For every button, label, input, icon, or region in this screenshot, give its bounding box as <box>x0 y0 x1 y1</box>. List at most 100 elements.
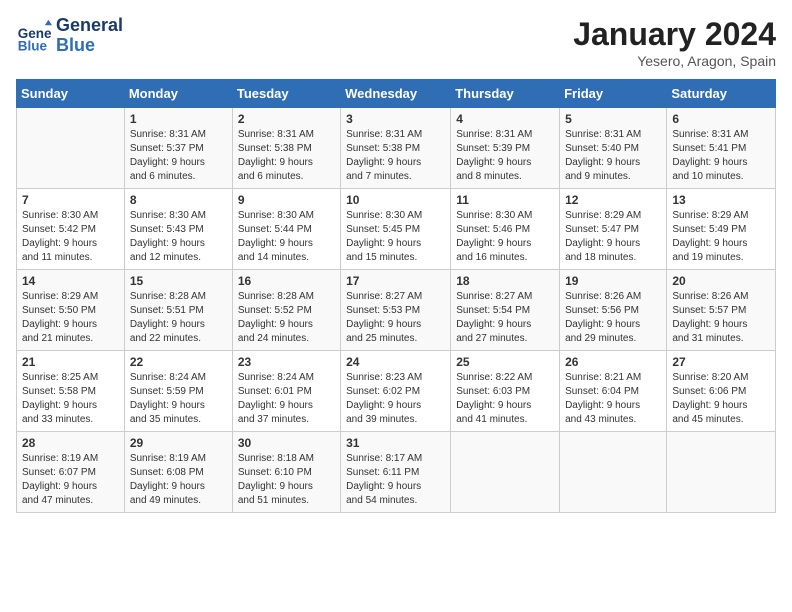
cell-info-line: Daylight: 9 hours <box>130 481 205 492</box>
cell-info-line: and 49 minutes. <box>130 495 201 506</box>
cell-info-line: and 10 minutes. <box>672 171 743 182</box>
calendar-week-5: 28Sunrise: 8:19 AMSunset: 6:07 PMDayligh… <box>17 432 776 513</box>
cell-info-line: Daylight: 9 hours <box>346 238 421 249</box>
calendar-cell: 27Sunrise: 8:20 AMSunset: 6:06 PMDayligh… <box>667 351 776 432</box>
cell-info: Sunrise: 8:25 AMSunset: 5:58 PMDaylight:… <box>22 371 119 427</box>
day-number: 23 <box>238 355 335 369</box>
calendar-cell: 6Sunrise: 8:31 AMSunset: 5:41 PMDaylight… <box>667 108 776 189</box>
cell-info-line: and 27 minutes. <box>456 333 527 344</box>
cell-info-line: and 29 minutes. <box>565 333 636 344</box>
cell-info-line: Sunrise: 8:31 AM <box>456 129 532 140</box>
day-number: 30 <box>238 436 335 450</box>
cell-info: Sunrise: 8:23 AMSunset: 6:02 PMDaylight:… <box>346 371 445 427</box>
calendar-table: SundayMondayTuesdayWednesdayThursdayFrid… <box>16 79 776 513</box>
day-number: 12 <box>565 193 661 207</box>
cell-info-line: Daylight: 9 hours <box>346 481 421 492</box>
cell-info-line: Sunrise: 8:31 AM <box>238 129 314 140</box>
cell-info-line: and 47 minutes. <box>22 495 93 506</box>
cell-info-line: Daylight: 9 hours <box>22 319 97 330</box>
calendar-cell: 7Sunrise: 8:30 AMSunset: 5:42 PMDaylight… <box>17 189 125 270</box>
cell-info-line: Sunrise: 8:30 AM <box>22 210 98 221</box>
cell-info-line: Sunrise: 8:17 AM <box>346 453 422 464</box>
cell-info-line: Sunrise: 8:22 AM <box>456 372 532 383</box>
day-number: 22 <box>130 355 227 369</box>
day-number: 11 <box>456 193 554 207</box>
calendar-cell <box>451 432 560 513</box>
day-number: 6 <box>672 112 770 126</box>
cell-info-line: and 41 minutes. <box>456 414 527 425</box>
day-header-sunday: Sunday <box>17 80 125 108</box>
calendar-cell: 29 Sunrise: 8:19 AM Sunset: 6:08 PM Dayligh… <box>124 432 232 513</box>
calendar-cell: 12Sunrise: 8:29 AMSunset: 5:47 PMDayligh… <box>560 189 667 270</box>
page-header: General Blue General Blue January 2024 Y… <box>16 16 776 69</box>
logo: General Blue General Blue <box>16 16 123 56</box>
calendar-cell: 8Sunrise: 8:30 AMSunset: 5:43 PMDaylight… <box>124 189 232 270</box>
cell-info-line: Sunrise: 8:31 AM <box>346 129 422 140</box>
day-number: 2 <box>238 112 335 126</box>
cell-info-line: Sunrise: 8:24 AM <box>130 372 206 383</box>
cell-info-line: Sunrise: 8:29 AM <box>565 210 641 221</box>
cell-info-line: Daylight: 9 hours <box>456 400 531 411</box>
calendar-cell: 30Sunrise: 8:18 AMSunset: 6:10 PMDayligh… <box>232 432 340 513</box>
calendar-week-1: 1Sunrise: 8:31 AMSunset: 5:37 PMDaylight… <box>17 108 776 189</box>
day-header-friday: Friday <box>560 80 667 108</box>
cell-info-line: and 7 minutes. <box>346 171 412 182</box>
cell-info-line: and 35 minutes. <box>130 414 201 425</box>
cell-info-line: Daylight: 9 hours <box>672 157 747 168</box>
day-number: 1 <box>130 112 227 126</box>
calendar-cell: 9Sunrise: 8:30 AMSunset: 5:44 PMDaylight… <box>232 189 340 270</box>
cell-info-line: Sunset: 5:59 PM <box>130 386 204 397</box>
cell-info-line: Sunrise: 8:19 AM <box>130 453 206 464</box>
cell-info-line: Sunset: 6:03 PM <box>456 386 530 397</box>
cell-info-line: and 16 minutes. <box>456 252 527 263</box>
cell-info-line: Sunset: 5:54 PM <box>456 305 530 316</box>
cell-info-line: Sunset: 6:04 PM <box>565 386 639 397</box>
cell-info-line: Sunset: 5:38 PM <box>346 143 420 154</box>
calendar-cell: 18Sunrise: 8:27 AMSunset: 5:54 PMDayligh… <box>451 270 560 351</box>
day-number: 19 <box>565 274 661 288</box>
calendar-cell: 31 Sunrise: 8:17 AM Sunset: 6:11 PM Dayligh… <box>341 432 451 513</box>
cell-info-line: Sunset: 5:49 PM <box>672 224 746 235</box>
cell-info-line: Sunset: 5:57 PM <box>672 305 746 316</box>
cell-info-line: Sunrise: 8:31 AM <box>565 129 641 140</box>
calendar-week-4: 21Sunrise: 8:25 AMSunset: 5:58 PMDayligh… <box>17 351 776 432</box>
calendar-cell: 5Sunrise: 8:31 AMSunset: 5:40 PMDaylight… <box>560 108 667 189</box>
cell-info-line: Sunset: 6:08 PM <box>130 467 204 478</box>
cell-info-line: Sunrise: 8:28 AM <box>238 291 314 302</box>
cell-info-line: Daylight: 9 hours <box>238 157 313 168</box>
cell-info-line: Sunset: 5:44 PM <box>238 224 312 235</box>
cell-info-line: Sunset: 5:38 PM <box>238 143 312 154</box>
cell-info: Sunrise: 8:29 AMSunset: 5:49 PMDaylight:… <box>672 209 770 265</box>
cell-info-line: Daylight: 9 hours <box>22 238 97 249</box>
cell-info-line: Sunrise: 8:30 AM <box>130 210 206 221</box>
cell-info: Sunrise: 8:29 AMSunset: 5:50 PMDaylight:… <box>22 290 119 346</box>
cell-info-line: Daylight: 9 hours <box>346 400 421 411</box>
day-number: 31 <box>346 436 445 450</box>
cell-info: Sunrise: 8:20 AMSunset: 6:06 PMDaylight:… <box>672 371 770 427</box>
cell-info-line: Sunrise: 8:28 AM <box>130 291 206 302</box>
day-number: 29 <box>130 436 227 450</box>
cell-info-line: Daylight: 9 hours <box>565 157 640 168</box>
day-number: 24 <box>346 355 445 369</box>
cell-info-line: Sunset: 5:52 PM <box>238 305 312 316</box>
cell-info-line: Sunset: 6:11 PM <box>346 467 419 478</box>
cell-info-line: Sunrise: 8:30 AM <box>238 210 314 221</box>
cell-info-line: Sunrise: 8:30 AM <box>346 210 422 221</box>
day-number: 13 <box>672 193 770 207</box>
location: Yesero, Aragon, Spain <box>573 53 776 69</box>
cell-info-line: and 31 minutes. <box>672 333 743 344</box>
cell-info-line: Daylight: 9 hours <box>456 157 531 168</box>
calendar-cell: 1Sunrise: 8:31 AMSunset: 5:37 PMDaylight… <box>124 108 232 189</box>
calendar-cell <box>560 432 667 513</box>
cell-info: Sunrise: 8:30 AMSunset: 5:43 PMDaylight:… <box>130 209 227 265</box>
calendar-cell: 19Sunrise: 8:26 AMSunset: 5:56 PMDayligh… <box>560 270 667 351</box>
calendar-cell: 24 Sunrise: 8:23 AMSunset: 6:02 PMDayligh… <box>341 351 451 432</box>
cell-info-line: and 33 minutes. <box>22 414 93 425</box>
cell-info: Sunrise: 8:28 AMSunset: 5:51 PMDaylight:… <box>130 290 227 346</box>
calendar-cell: 17Sunrise: 8:27 AMSunset: 5:53 PMDayligh… <box>341 270 451 351</box>
day-number: 17 <box>346 274 445 288</box>
cell-info: Sunrise: 8:17 AM Sunset: 6:11 PM Daylight:… <box>346 452 445 508</box>
cell-info-line: and 11 minutes. <box>22 252 92 263</box>
day-number: 25 <box>456 355 554 369</box>
cell-info-line: Daylight: 9 hours <box>22 481 97 492</box>
